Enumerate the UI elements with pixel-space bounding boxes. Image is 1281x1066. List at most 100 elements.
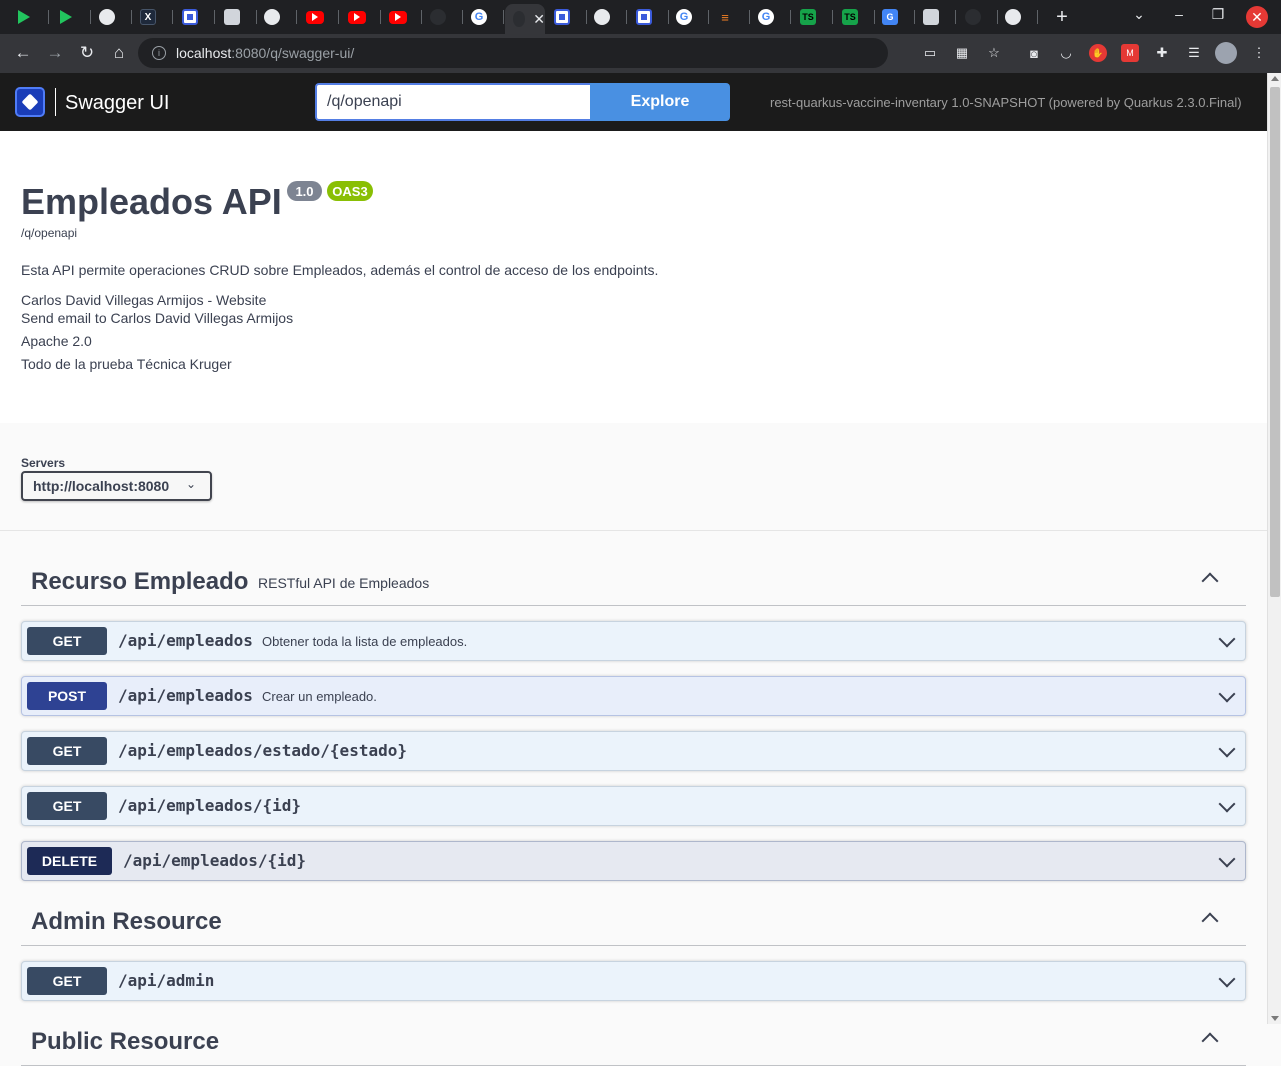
browser-tab[interactable] (381, 4, 422, 30)
tag-header[interactable]: Recurso Empleado RESTful API de Empleados (21, 560, 1246, 606)
browser-tab[interactable] (586, 4, 627, 30)
play-store-icon (58, 9, 74, 25)
powered-by-text: rest-quarkus-vaccine-inventary 1.0-SNAPS… (770, 95, 1242, 110)
browser-tab[interactable] (957, 4, 998, 30)
browser-tab[interactable]: X (132, 4, 173, 30)
browser-tab[interactable]: G (750, 4, 791, 30)
qr-code-icon[interactable]: ▦ (953, 44, 971, 62)
tab-search-icon[interactable]: ⌄ (1128, 6, 1150, 23)
contact-email-link[interactable]: Send email to Carlos David Villegas Armi… (21, 310, 293, 326)
swagger-brand[interactable]: Swagger UI (65, 92, 170, 115)
operation-summary: Crear un empleado. (262, 689, 377, 704)
chevron-down-icon: ⌄ (185, 477, 196, 491)
reload-icon[interactable]: ↻ (76, 42, 98, 64)
back-icon[interactable]: ← (12, 42, 34, 64)
scroll-down-arrow-icon[interactable] (1271, 1016, 1279, 1021)
adblock-extension-icon[interactable]: ✋ (1089, 44, 1107, 62)
browser-tab[interactable] (8, 4, 49, 30)
version-badge: 1.0 (287, 181, 322, 201)
operation-path: /api/admin (118, 971, 215, 990)
chevron-down-icon[interactable] (1217, 742, 1237, 762)
browser-tab[interactable] (91, 4, 132, 30)
operation-get[interactable]: GET/api/admin (21, 961, 1246, 1001)
tab-separator (214, 10, 215, 24)
browser-tab[interactable] (340, 4, 381, 30)
new-tab-button[interactable]: + (1052, 6, 1072, 29)
scrollbar-thumb[interactable] (1270, 87, 1280, 597)
tag-header[interactable]: Public Resource (21, 1020, 1246, 1066)
operation-get[interactable]: GET/api/empleados Obtener toda la lista d… (21, 621, 1246, 661)
browser-tab[interactable] (50, 4, 91, 30)
profile-avatar[interactable] (1215, 42, 1237, 64)
operation-path: /api/empleados/estado/{estado} (118, 741, 407, 760)
tab-separator (48, 10, 49, 24)
swagger-icon (182, 9, 198, 25)
chevron-down-icon[interactable] (1217, 972, 1237, 992)
swagger-logo-icon[interactable] (15, 87, 45, 117)
browser-tab[interactable] (174, 4, 215, 30)
browser-tab[interactable]: TS (834, 4, 875, 30)
home-icon[interactable]: ⌂ (108, 42, 130, 64)
chevron-up-icon[interactable] (1200, 908, 1220, 928)
swagger-icon (636, 9, 652, 25)
browser-tab[interactable] (216, 4, 257, 30)
address-bar[interactable]: i localhost:8080/q/swagger-ui/ (138, 38, 888, 68)
reading-list-icon[interactable]: ☰ (1185, 44, 1203, 62)
restore-icon[interactable]: ❐ (1207, 6, 1229, 23)
license-link[interactable]: Apache 2.0 (21, 333, 92, 349)
tab-separator (503, 10, 504, 24)
operation-get[interactable]: GET/api/empleados/{id} (21, 786, 1246, 826)
chevron-up-icon[interactable] (1200, 568, 1220, 588)
operation-summary: Obtener toda la lista de empleados. (262, 634, 468, 649)
cloud-icon (224, 9, 240, 25)
operation-delete[interactable]: DELETE/api/empleados/{id} (21, 841, 1246, 881)
tag-header[interactable]: Admin Resource (21, 900, 1246, 946)
close-window-icon[interactable]: ✕ (1246, 6, 1268, 28)
chevron-up-icon[interactable] (1200, 1028, 1220, 1048)
spec-url-input[interactable]: /q/openapi (315, 83, 590, 121)
tab-separator (832, 10, 833, 24)
chevron-down-icon[interactable] (1217, 687, 1237, 707)
browser-tab[interactable] (298, 4, 339, 30)
browser-tab[interactable] (997, 4, 1038, 30)
browser-tab[interactable]: G (668, 4, 709, 30)
chevron-down-icon[interactable] (1217, 797, 1237, 817)
forward-icon[interactable]: → (44, 42, 66, 64)
browser-tab[interactable]: TS (792, 4, 833, 30)
browser-menu-icon[interactable]: ⋮ (1250, 44, 1268, 62)
browser-tab[interactable] (546, 4, 587, 30)
browser-tab[interactable] (628, 4, 669, 30)
minimize-icon[interactable]: – (1168, 6, 1190, 22)
browser-tab[interactable]: G (874, 4, 915, 30)
close-tab-icon[interactable]: ✕ (533, 11, 545, 28)
chevron-down-icon[interactable] (1217, 852, 1237, 872)
browser-tab[interactable]: ✕ (505, 4, 545, 34)
chevron-down-icon[interactable] (1217, 632, 1237, 652)
page-scrollbar[interactable] (1267, 73, 1281, 1024)
extensions-puzzle-icon[interactable]: ✚ (1153, 44, 1171, 62)
spec-url-link[interactable]: /q/openapi (21, 226, 77, 240)
contact-website-link[interactable]: Carlos David Villegas Armijos - Website (21, 292, 266, 308)
terms-link[interactable]: Todo de la prueba Técnica Kruger (21, 356, 232, 372)
browser-tab[interactable]: G (463, 4, 504, 30)
tag-name: Public Resource (31, 1028, 220, 1055)
scroll-up-arrow-icon[interactable] (1271, 76, 1279, 81)
mega-extension-icon[interactable]: M (1121, 44, 1139, 62)
pocket-extension-icon[interactable]: ◡ (1057, 44, 1075, 62)
explore-button[interactable]: Explore (590, 83, 730, 121)
bookmark-star-icon[interactable]: ☆ (985, 44, 1003, 62)
cast-icon[interactable]: ▭ (921, 44, 939, 62)
browser-tab[interactable] (256, 4, 297, 30)
operation-get[interactable]: GET/api/empleados/estado/{estado} (21, 731, 1246, 771)
servers-select[interactable]: http://localhost:8080 ⌄ (21, 471, 212, 501)
tab-separator (790, 10, 791, 24)
youtube-icon (348, 10, 366, 24)
swagger-topbar: Swagger UI /q/openapi Explore rest-quark… (0, 73, 1267, 131)
browser-tab[interactable]: ≡ (709, 4, 750, 30)
camera-extension-icon[interactable]: ◙ (1025, 44, 1043, 62)
operation-post[interactable]: POST/api/empleados Crear un empleado. (21, 676, 1246, 716)
operation-path: /api/empleados (118, 631, 253, 650)
browser-tab[interactable] (915, 4, 956, 30)
site-info-icon[interactable]: i (152, 46, 166, 60)
browser-tab[interactable] (422, 4, 463, 30)
